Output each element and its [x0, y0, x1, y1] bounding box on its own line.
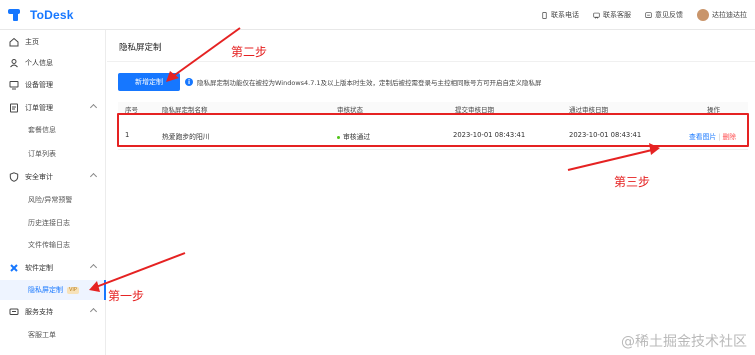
user-icon [10, 59, 18, 68]
info-icon: i [185, 78, 193, 86]
sidebar-item-service-support[interactable]: 服务支持 [0, 302, 106, 322]
logo-text: ToDesk [30, 8, 74, 22]
sidebar-item-label: 隐私屏定制 [28, 286, 63, 294]
sidebar-item-order-list[interactable]: 订单列表 [0, 144, 106, 164]
page-title: 隐私屏定制 [119, 43, 162, 53]
sidebar-item-tickets[interactable]: 客服工单 [0, 325, 106, 345]
highlight-box [117, 113, 749, 147]
service-icon [593, 12, 600, 19]
sidebar-item-connection-log[interactable]: 历史连接日志 [0, 213, 106, 233]
vip-badge: VIP [67, 286, 79, 294]
shield-icon [9, 172, 19, 182]
top-header: ToDesk 联系电话 联系客服 意见反馈 达拉迪达拉 [0, 0, 755, 30]
sidebar-item-devices[interactable]: 设备管理 [0, 75, 106, 95]
sidebar-item-label: 客服工单 [28, 331, 56, 339]
sidebar-item-file-transfer-log[interactable]: 文件传输日志 [0, 235, 106, 255]
sidebar-item-label: 订单列表 [28, 150, 56, 158]
step2-label: 第二步 [231, 45, 268, 59]
sidebar-item-label: 主页 [25, 38, 39, 46]
notice: i 隐私屏定制功能仅在被控为Windows4.7.1及以上版本时生效，定制后被控… [185, 77, 542, 87]
sidebar-item-label: 安全审计 [25, 173, 53, 181]
chevron-up-icon [89, 172, 98, 181]
user-name: 达拉迪达拉 [712, 11, 747, 19]
service-label: 联系客服 [603, 11, 631, 19]
device-icon [9, 81, 19, 90]
sidebar: 主页 个人信息 设备管理 订单管理 套餐信息 订单列表 安全审计 风险/异常预警… [0, 30, 106, 355]
sidebar-item-label: 订单管理 [25, 104, 53, 112]
sidebar-item-orders[interactable]: 订单管理 [0, 98, 106, 118]
new-custom-button[interactable]: 新增定制 [118, 73, 180, 91]
sidebar-item-label: 个人信息 [25, 59, 53, 67]
service-link[interactable]: 联系客服 [593, 10, 631, 20]
puzzle-icon [10, 264, 18, 272]
chevron-up-icon [89, 263, 98, 272]
sidebar-item-label: 设备管理 [25, 81, 53, 89]
header-links: 联系电话 联系客服 意见反馈 达拉迪达拉 [541, 9, 747, 21]
order-icon [10, 103, 18, 113]
sidebar-item-plan-info[interactable]: 套餐信息 [0, 120, 106, 140]
user-menu[interactable]: 达拉迪达拉 [697, 9, 747, 21]
step3-label: 第三步 [614, 175, 651, 189]
feedback-label: 意见反馈 [655, 11, 683, 19]
todesk-logo-icon [8, 9, 26, 21]
feedback-link[interactable]: 意见反馈 [645, 10, 683, 20]
chevron-up-icon [89, 307, 98, 316]
title-divider [107, 61, 755, 62]
avatar [697, 9, 709, 21]
sidebar-item-security-audit[interactable]: 安全审计 [0, 167, 106, 187]
main-content: 隐私屏定制 新增定制 i 隐私屏定制功能仅在被控为Windows4.7.1及以上… [107, 30, 755, 355]
sidebar-item-home[interactable]: 主页 [0, 32, 106, 52]
sidebar-item-label: 历史连接日志 [28, 219, 70, 227]
chevron-up-icon [89, 103, 98, 112]
sidebar-item-profile[interactable]: 个人信息 [0, 53, 106, 73]
phone-label: 联系电话 [551, 11, 579, 19]
feedback-icon [645, 11, 652, 18]
watermark: @稀土掘金技术社区 [621, 334, 747, 350]
phone-link[interactable]: 联系电话 [541, 10, 579, 20]
sidebar-item-label: 服务支持 [25, 308, 53, 316]
sidebar-item-risk-alerts[interactable]: 风险/异常预警 [0, 190, 106, 210]
sidebar-item-privacy-screen[interactable]: 隐私屏定制 VIP [0, 280, 106, 300]
logo[interactable]: ToDesk [8, 8, 74, 22]
step1-label: 第一步 [108, 289, 145, 303]
sidebar-item-label: 套餐信息 [28, 126, 56, 134]
sidebar-item-software-custom[interactable]: 软件定制 [0, 258, 106, 278]
sidebar-item-label: 软件定制 [25, 264, 53, 272]
phone-icon [542, 11, 547, 19]
support-icon [9, 308, 19, 315]
sidebar-item-label: 风险/异常预警 [28, 196, 73, 204]
sidebar-item-label: 文件传输日志 [28, 241, 70, 249]
notice-text: 隐私屏定制功能仅在被控为Windows4.7.1及以上版本时生效，定制后被控需登… [197, 79, 542, 87]
home-icon [9, 37, 19, 47]
